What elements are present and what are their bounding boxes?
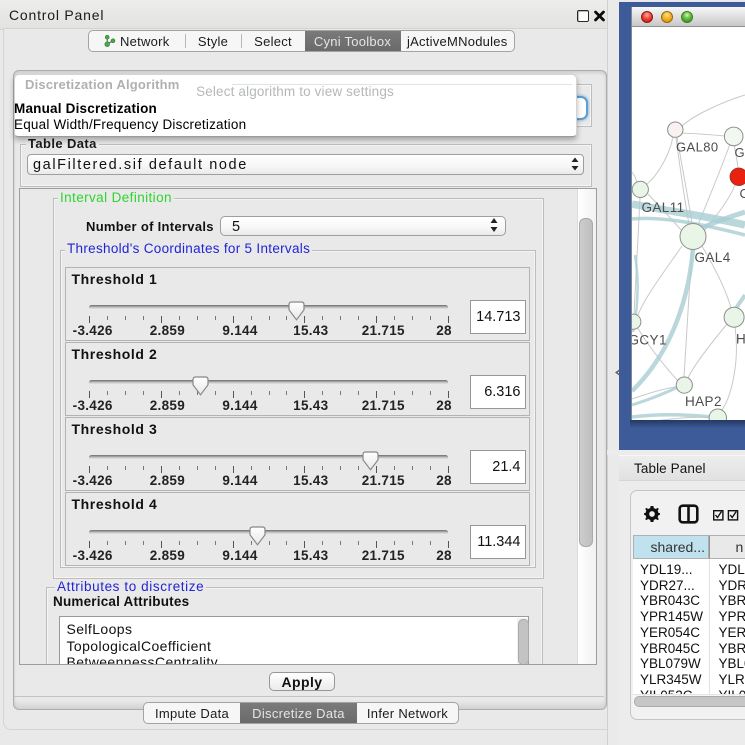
- svg-text:C: C: [740, 186, 745, 201]
- svg-text:GAL80: GAL80: [676, 140, 718, 155]
- svg-text:GCY1: GCY1: [632, 333, 667, 348]
- svg-text:GAL4: GAL4: [695, 250, 731, 265]
- svg-text:GA: GA: [735, 145, 745, 160]
- svg-text:HAP2: HAP2: [685, 394, 722, 409]
- svg-text:H: H: [736, 332, 745, 347]
- svg-text:GAL11: GAL11: [642, 200, 685, 215]
